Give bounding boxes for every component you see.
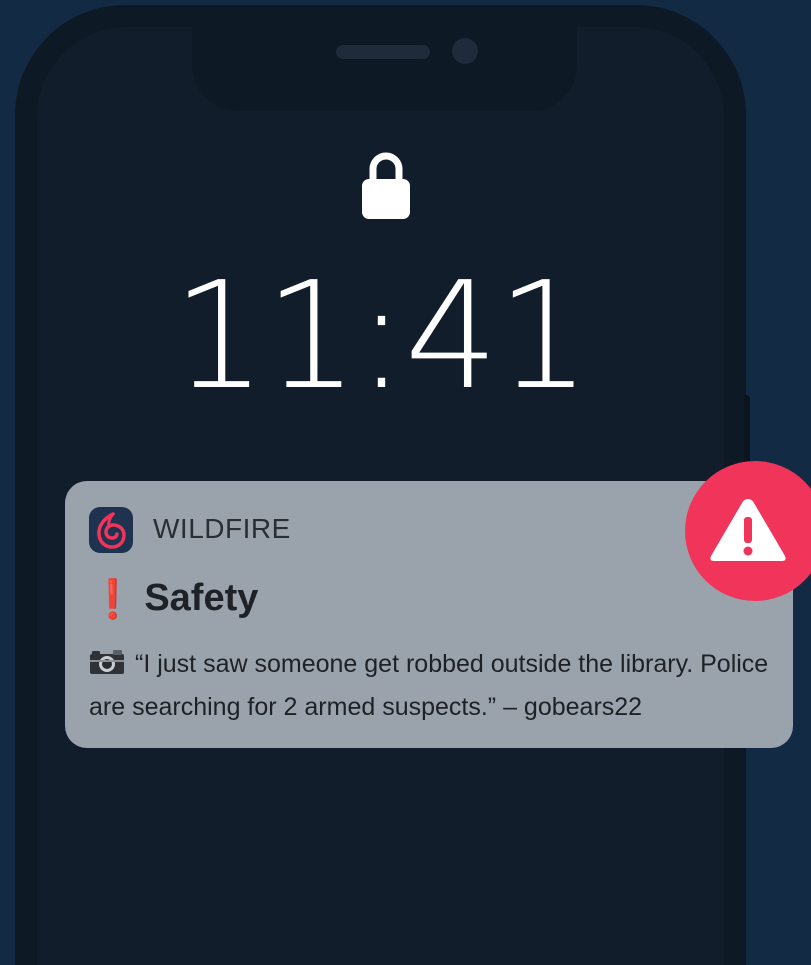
camera-icon [90, 650, 124, 674]
notification-card[interactable]: WILDFIRE ❗ Safety “I just saw someone ge… [65, 481, 793, 748]
notification-message: “I just saw someone get robbed outside t… [89, 650, 769, 721]
lock-icon [362, 152, 410, 219]
notification-title: Safety [144, 577, 259, 619]
notification-body: “I just saw someone get robbed outside t… [89, 643, 779, 729]
alert-badge [685, 461, 811, 601]
notification-title-row: ❗ Safety [89, 577, 258, 620]
wildfire-flame-icon [89, 507, 133, 553]
front-camera [452, 38, 478, 64]
warning-triangle-icon [710, 499, 786, 561]
phone-notch [192, 27, 577, 111]
exclamation-icon: ❗ [89, 576, 137, 621]
speaker-grille [336, 45, 430, 59]
lockscreen-time: 11:41 [172, 250, 591, 422]
notification-app-name: WILDFIRE [153, 513, 291, 544]
